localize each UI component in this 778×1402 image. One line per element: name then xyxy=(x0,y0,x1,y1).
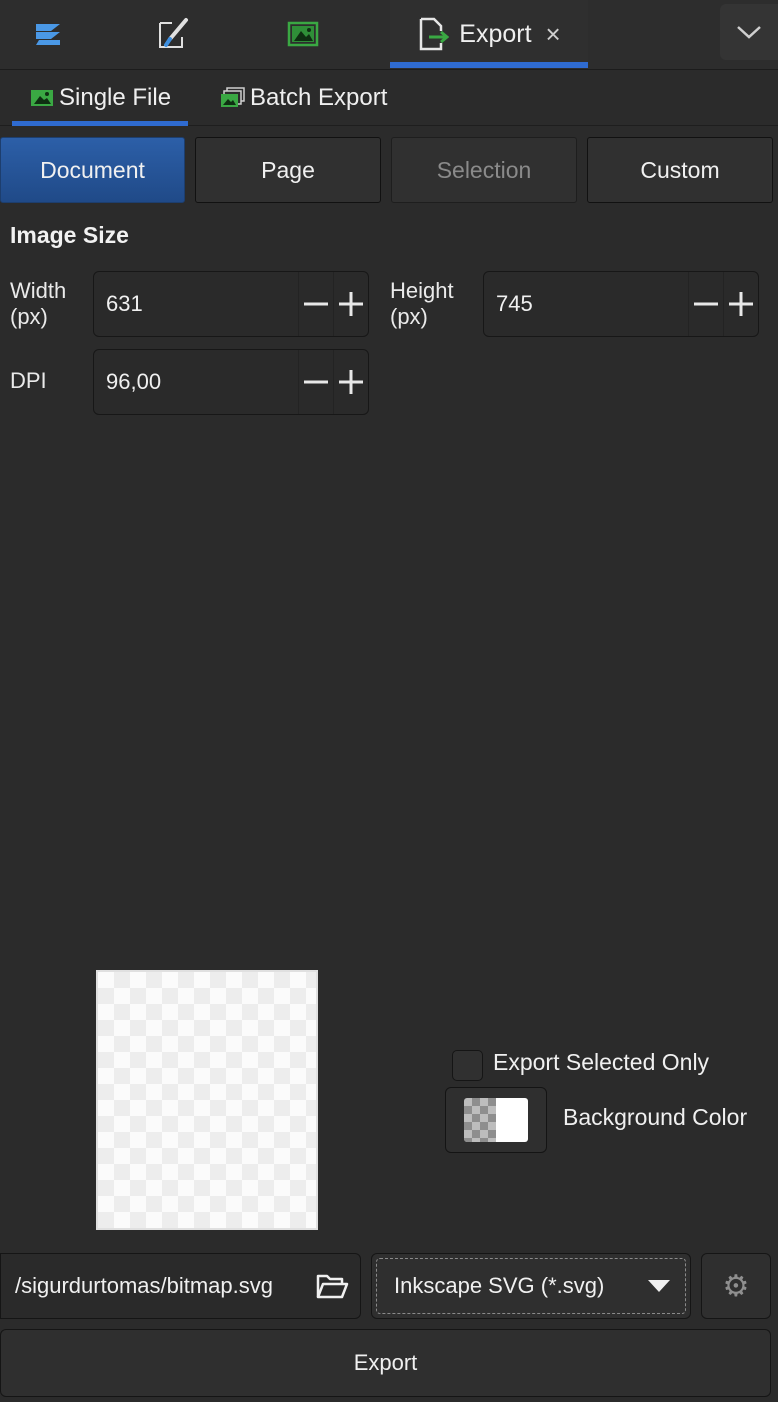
tab-export-label: Export xyxy=(459,19,532,48)
background-color-label: Background Color xyxy=(563,1104,748,1130)
layers-icon xyxy=(35,24,60,45)
background-color-swatch xyxy=(464,1098,528,1142)
folder-open-icon xyxy=(316,1274,349,1299)
width-increment-button[interactable] xyxy=(333,272,368,336)
filename-field[interactable]: /sigurdurtomas/bitmap.svg xyxy=(0,1253,361,1319)
tab-batch-export[interactable]: Batch Export xyxy=(220,70,400,126)
height-spinbox[interactable]: 745 xyxy=(483,271,759,337)
export-button[interactable]: Export xyxy=(0,1329,771,1397)
tab-fill-stroke[interactable] xyxy=(125,0,220,68)
document-button[interactable]: Document xyxy=(0,137,185,203)
width-label: Width (px) xyxy=(10,278,66,330)
browse-folder-button[interactable] xyxy=(304,1254,360,1318)
tab-layers[interactable] xyxy=(0,0,95,68)
plus-icon xyxy=(339,370,363,394)
gear-icon: ⚙ xyxy=(722,1269,750,1303)
height-decrement-button[interactable] xyxy=(688,272,723,336)
minus-icon xyxy=(304,302,328,306)
dpi-spinbox[interactable]: 96,00 xyxy=(93,349,369,415)
tab-single-file-label: Single File xyxy=(59,84,172,111)
height-increment-button[interactable] xyxy=(723,272,758,336)
width-input[interactable]: 631 xyxy=(94,291,298,317)
image-size-title: Image Size xyxy=(10,222,129,248)
chevron-down-icon xyxy=(737,26,761,39)
height-input[interactable]: 745 xyxy=(484,291,688,317)
export-mode-tabs: Single File Batch Export xyxy=(0,70,778,126)
export-selected-only-checkbox[interactable] xyxy=(452,1050,483,1081)
batch-images-icon xyxy=(221,87,245,107)
export-icon xyxy=(420,17,450,51)
export-selected-only-label[interactable]: Export Selected Only xyxy=(493,1049,709,1076)
active-tab-indicator xyxy=(390,62,588,68)
tab-single-file[interactable]: Single File xyxy=(12,70,188,126)
height-label-line2: (px) xyxy=(390,304,428,329)
height-label: Height (px) xyxy=(390,278,454,330)
dpi-increment-button[interactable] xyxy=(333,350,368,414)
width-spinbox[interactable]: 631 xyxy=(93,271,369,337)
width-label-line2: (px) xyxy=(10,304,48,329)
page-button[interactable]: Page xyxy=(195,137,381,203)
plus-icon xyxy=(339,292,363,316)
selection-button[interactable]: Selection xyxy=(391,137,577,203)
image-icon xyxy=(287,21,318,47)
tab-export[interactable]: Export × xyxy=(390,0,588,68)
tab-image[interactable] xyxy=(255,0,350,68)
tab-batch-export-label: Batch Export xyxy=(250,84,388,111)
filename-input[interactable]: /sigurdurtomas/bitmap.svg xyxy=(1,1273,304,1299)
dock-tab-bar: Export × xyxy=(0,0,778,70)
export-preview xyxy=(96,970,318,1230)
dpi-input[interactable]: 96,00 xyxy=(94,369,298,395)
fill-stroke-icon xyxy=(158,18,188,48)
width-decrement-button[interactable] xyxy=(298,272,333,336)
height-label-line1: Height xyxy=(390,278,454,303)
close-icon[interactable]: × xyxy=(546,21,561,47)
background-color-button[interactable] xyxy=(445,1087,547,1153)
single-image-icon xyxy=(31,90,53,106)
dpi-decrement-button[interactable] xyxy=(298,350,333,414)
minus-icon xyxy=(694,302,718,306)
focus-ring xyxy=(376,1258,686,1314)
format-dropdown[interactable]: Inkscape SVG (*.svg) xyxy=(371,1253,691,1319)
custom-button[interactable]: Custom xyxy=(587,137,773,203)
minus-icon xyxy=(304,380,328,384)
dpi-label: DPI xyxy=(10,368,47,393)
export-settings-button[interactable]: ⚙ xyxy=(701,1253,771,1319)
plus-icon xyxy=(729,292,753,316)
dock-menu-button[interactable] xyxy=(720,4,778,60)
width-label-line1: Width xyxy=(10,278,67,303)
active-subtab-indicator xyxy=(12,121,188,126)
